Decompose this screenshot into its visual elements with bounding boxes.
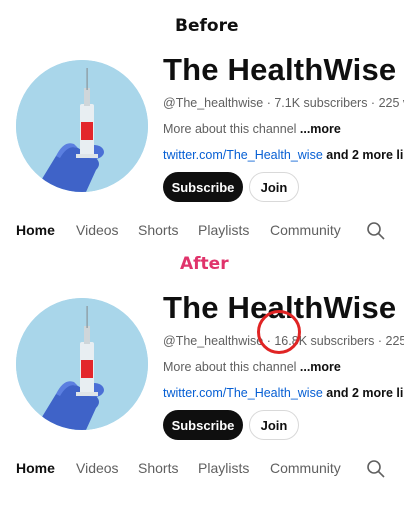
search-icon[interactable]	[366, 221, 386, 241]
more-link[interactable]: ...more	[300, 122, 341, 136]
channel-avatar[interactable]	[16, 60, 148, 192]
about-text: More about this channel	[163, 360, 300, 374]
subscribe-button[interactable]: Subscribe	[163, 172, 243, 202]
tab-home[interactable]: Home	[16, 222, 55, 238]
join-button[interactable]: Join	[249, 410, 299, 440]
twitter-link[interactable]: twitter.com/The_Health_wise	[163, 148, 323, 162]
more-link[interactable]: ...more	[300, 360, 341, 374]
channel-header-before: The HealthWise @The_healthwise · 7.1K su…	[0, 42, 404, 274]
syringe-glove-image	[16, 298, 148, 430]
channel-meta: @The_healthwise · 7.1K subscribers · 225…	[163, 96, 404, 110]
highlight-circle	[257, 310, 301, 354]
tab-community[interactable]: Community	[270, 460, 341, 476]
tab-videos[interactable]: Videos	[76, 222, 119, 238]
channel-avatar[interactable]	[16, 298, 148, 430]
about-channel[interactable]: More about this channel ...more	[163, 360, 341, 374]
tab-home[interactable]: Home	[16, 460, 55, 476]
join-button[interactable]: Join	[249, 172, 299, 202]
subscriber-count: 7.1K	[274, 96, 301, 110]
tab-playlists[interactable]: Playlists	[198, 222, 249, 238]
syringe-glove-image	[16, 60, 148, 192]
channel-handle: @The_healthwise	[163, 96, 264, 110]
tab-playlists[interactable]: Playlists	[198, 460, 249, 476]
search-icon[interactable]	[366, 459, 386, 479]
subscribe-button[interactable]: Subscribe	[163, 410, 243, 440]
channel-handle: @The_healthwise	[163, 334, 264, 348]
channel-title: The HealthWise	[163, 52, 397, 87]
after-label: After	[180, 254, 229, 274]
channel-links: twitter.com/The_Health_wise and 2 more l…	[163, 386, 404, 400]
channel-tabs: Home Videos Shorts Playlists Community	[0, 460, 404, 490]
more-links[interactable]: and 2 more links	[323, 386, 404, 400]
meta-separator: ·	[263, 96, 275, 110]
channel-links: twitter.com/The_Health_wise and 2 more l…	[163, 148, 404, 162]
tab-community[interactable]: Community	[270, 222, 341, 238]
twitter-link[interactable]: twitter.com/The_Health_wise	[163, 386, 323, 400]
before-label: Before	[175, 16, 239, 36]
tab-shorts[interactable]: Shorts	[138, 460, 178, 476]
channel-header-after: The HealthWise @The_healthwise · 16.8K s…	[0, 280, 404, 512]
about-text: More about this channel	[163, 122, 300, 136]
subscriber-suffix: subscribers · 225 vid	[310, 334, 404, 348]
channel-tabs: Home Videos Shorts Playlists Community	[0, 222, 404, 252]
tab-videos[interactable]: Videos	[76, 460, 119, 476]
more-links[interactable]: and 2 more links	[323, 148, 404, 162]
tab-shorts[interactable]: Shorts	[138, 222, 178, 238]
subscriber-suffix: subscribers · 225 vid	[303, 96, 404, 110]
about-channel[interactable]: More about this channel ...more	[163, 122, 341, 136]
